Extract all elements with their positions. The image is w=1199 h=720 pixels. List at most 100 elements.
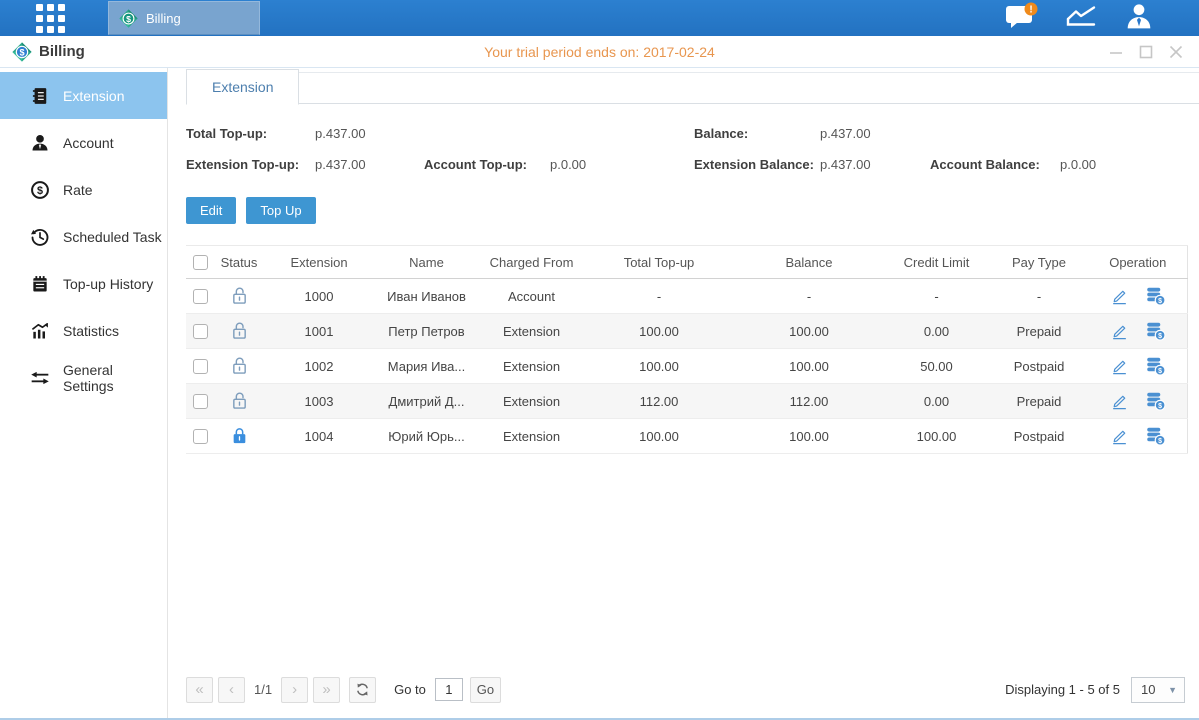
- person-icon: [30, 133, 50, 153]
- window-controls: [1109, 45, 1199, 59]
- topup-coins-icon[interactable]: $: [1145, 286, 1166, 306]
- last-page-button[interactable]: »: [313, 677, 340, 703]
- cell-charged-from: Extension: [479, 349, 584, 384]
- row-checkbox[interactable]: [193, 394, 208, 409]
- refresh-button[interactable]: [349, 677, 376, 703]
- ledger-icon: [30, 86, 50, 106]
- edit-button[interactable]: Edit: [186, 197, 236, 224]
- topup-coins-icon[interactable]: $: [1145, 356, 1166, 376]
- cell-balance: 100.00: [734, 314, 884, 349]
- sidebar-item-account[interactable]: Account: [0, 119, 167, 166]
- edit-pencil-icon[interactable]: [1110, 427, 1129, 446]
- first-page-button[interactable]: «: [186, 677, 213, 703]
- account-topup-value: p.0.00: [550, 157, 586, 172]
- cell-charged-from: Account: [479, 279, 584, 314]
- notepad-icon: [30, 274, 50, 294]
- select-all-checkbox[interactable]: [193, 255, 208, 270]
- tab-strip: Extension: [168, 68, 1199, 104]
- sidebar-item-general-settings[interactable]: General Settings: [0, 354, 167, 401]
- table-header-row: Status Extension Name Charged From Total…: [186, 246, 1187, 279]
- topup-coins-icon[interactable]: $: [1145, 426, 1166, 446]
- lock-open-icon: [231, 321, 248, 341]
- next-page-button[interactable]: ›: [281, 677, 308, 703]
- sidebar-item-statistics[interactable]: Statistics: [0, 307, 167, 354]
- cell-charged-from: Extension: [479, 314, 584, 349]
- table-row: 1002 Мария Ива... Extension 100.00 100.0…: [186, 349, 1187, 384]
- column-header-name: Name: [374, 246, 479, 279]
- svg-text:$: $: [19, 47, 24, 57]
- column-header-charged-from: Charged From: [479, 246, 584, 279]
- row-checkbox[interactable]: [193, 289, 208, 304]
- balance-value: p.437.00: [820, 126, 871, 141]
- lock-closed-icon: [231, 426, 248, 446]
- sidebar-item-label: Scheduled Task: [63, 229, 162, 245]
- svg-text:!: !: [1029, 4, 1032, 15]
- history-clock-icon: [30, 227, 50, 247]
- topup-coins-icon[interactable]: $: [1145, 321, 1166, 341]
- page-size-select[interactable]: 10 ▼: [1131, 677, 1185, 703]
- cell-name: Мария Ива...: [374, 349, 479, 384]
- sidebar-item-label: Top-up History: [63, 276, 153, 292]
- sidebar-item-rate[interactable]: $ Rate: [0, 166, 167, 213]
- chevron-down-icon: ▼: [1168, 685, 1184, 695]
- table-row: 1000 Иван Иванов Account - - - - $: [186, 279, 1187, 314]
- sidebar-item-label: Rate: [63, 182, 93, 198]
- cell-pay-type: Prepaid: [989, 314, 1089, 349]
- messages-icon[interactable]: !: [1005, 2, 1039, 35]
- cell-credit-limit: 50.00: [884, 349, 989, 384]
- svg-text:$: $: [126, 13, 131, 23]
- lock-open-icon: [231, 391, 248, 411]
- svg-text:$: $: [1158, 438, 1162, 445]
- close-icon[interactable]: [1169, 45, 1183, 59]
- maximize-icon[interactable]: [1139, 45, 1153, 59]
- go-button[interactable]: Go: [470, 677, 501, 703]
- cell-charged-from: Extension: [479, 419, 584, 454]
- cell-extension: 1004: [264, 419, 374, 454]
- edit-pencil-icon[interactable]: [1110, 357, 1129, 376]
- row-checkbox[interactable]: [193, 359, 208, 374]
- prev-page-button[interactable]: ‹: [218, 677, 245, 703]
- sidebar-item-scheduled-task[interactable]: Scheduled Task: [0, 213, 167, 260]
- pagination-bar: « ‹ 1/1 › » Go to Go Displaying 1 - 5 of…: [186, 676, 1185, 703]
- column-header-balance: Balance: [734, 246, 884, 279]
- sidebar-item-extension[interactable]: Extension: [0, 72, 167, 119]
- balance-label: Balance:: [694, 126, 820, 141]
- chart-icon[interactable]: [1065, 3, 1099, 34]
- billing-diamond-icon: $: [12, 42, 32, 62]
- cell-extension: 1003: [264, 384, 374, 419]
- edit-pencil-icon[interactable]: [1110, 287, 1129, 306]
- statistics-icon: [30, 321, 50, 341]
- column-header-pay-type: Pay Type: [989, 246, 1089, 279]
- tab-strip-rest: [299, 72, 1199, 104]
- column-header-credit-limit: Credit Limit: [884, 246, 989, 279]
- row-checkbox[interactable]: [193, 429, 208, 444]
- minimize-icon[interactable]: [1109, 45, 1123, 59]
- app-grid-icon[interactable]: [36, 4, 65, 33]
- sidebar-item-topup-history[interactable]: Top-up History: [0, 260, 167, 307]
- lock-open-icon: [231, 286, 248, 306]
- cell-name: Юрий Юрь...: [374, 419, 479, 454]
- cell-extension: 1002: [264, 349, 374, 384]
- edit-pencil-icon[interactable]: [1110, 322, 1129, 341]
- row-checkbox[interactable]: [193, 324, 208, 339]
- cell-charged-from: Extension: [479, 384, 584, 419]
- user-icon[interactable]: [1125, 2, 1153, 35]
- topup-coins-icon[interactable]: $: [1145, 391, 1166, 411]
- topup-button[interactable]: Top Up: [246, 197, 315, 224]
- taskbar-item-label: Billing: [146, 11, 181, 26]
- cell-credit-limit: 100.00: [884, 419, 989, 454]
- cell-total-topup: -: [584, 279, 734, 314]
- total-topup-label: Total Top-up:: [186, 126, 315, 141]
- taskbar-item-billing[interactable]: $ Billing: [108, 1, 260, 35]
- extension-topup-value: p.437.00: [315, 157, 424, 172]
- total-topup-value: p.437.00: [315, 126, 366, 141]
- top-system-bar: $ Billing !: [0, 0, 1199, 36]
- tab-extension[interactable]: Extension: [186, 69, 299, 105]
- cell-name: Иван Иванов: [374, 279, 479, 314]
- window-title-bar: $ Billing Your trial period ends on: 201…: [0, 36, 1199, 68]
- cell-total-topup: 100.00: [584, 349, 734, 384]
- app-body: Extension Account $ Rate Scheduled Task: [0, 68, 1199, 718]
- sidebar-item-label: Account: [63, 135, 114, 151]
- goto-page-input[interactable]: [435, 678, 463, 701]
- edit-pencil-icon[interactable]: [1110, 392, 1129, 411]
